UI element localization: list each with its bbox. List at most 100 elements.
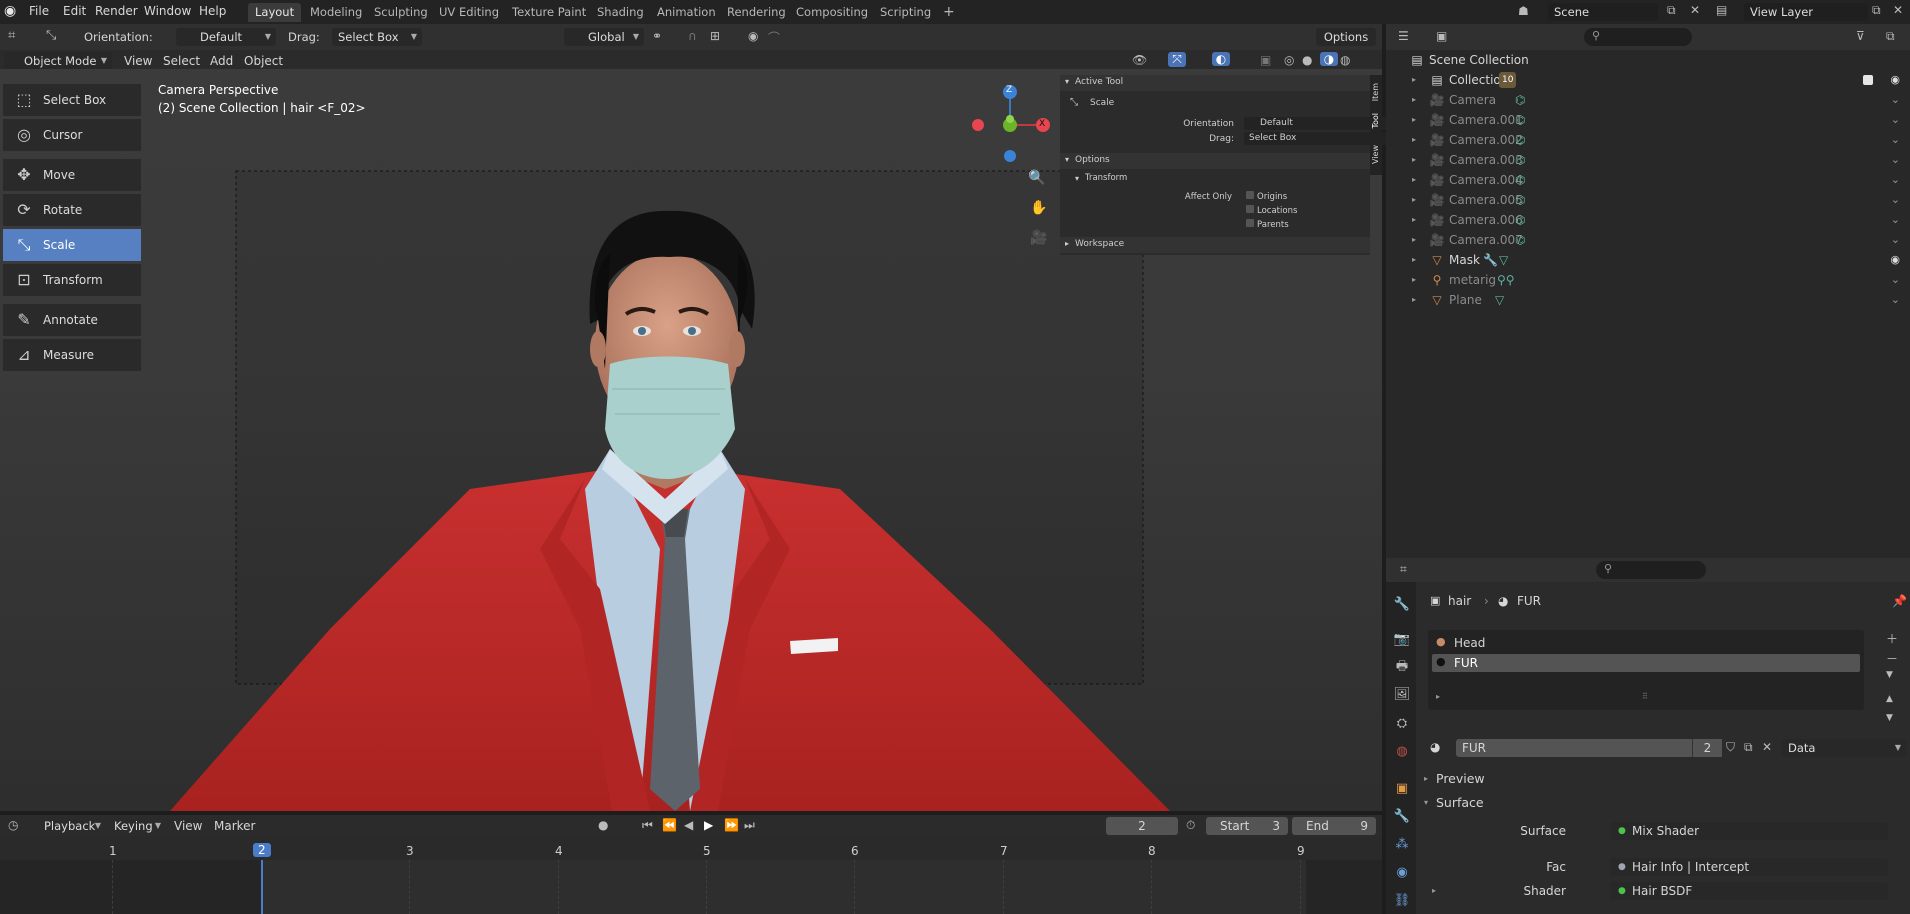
hidden-eye-icon[interactable]: ⌄ <box>1891 210 1900 230</box>
outliner-row-camera-002[interactable]: ▸ 🎥 Camera.002 ⌬ ⌄ <box>1387 130 1910 150</box>
keying-menu[interactable]: Keying ▼ <box>108 817 166 835</box>
outliner-row-camera-005[interactable]: ▸ 🎥 Camera.005 ⌬ ⌄ <box>1387 190 1910 210</box>
material-link-dropdown[interactable]: Data ▼ <box>1782 739 1906 757</box>
disclosure-closed-icon[interactable]: ▸ <box>1432 886 1436 895</box>
remove-slot-icon[interactable]: － <box>1886 650 1898 667</box>
fake-user-icon[interactable]: ⛉ <box>1726 740 1735 755</box>
transform-orientation-dropdown[interactable]: Global ▼ <box>564 28 644 46</box>
surface-shader-field[interactable]: ● Mix Shader <box>1610 822 1888 840</box>
expand-icon[interactable]: ▸ <box>1412 110 1416 130</box>
active-tool-panel-header[interactable]: ▾ Active Tool <box>1060 75 1370 91</box>
parents-checkbox[interactable] <box>1246 219 1254 227</box>
overlay-toggle-icon[interactable]: ◐ <box>1212 52 1230 66</box>
modifier-icon[interactable]: 🔧 <box>1483 250 1498 270</box>
armature-data-icon[interactable]: ⚲⚲ <box>1497 270 1515 290</box>
tab-scripting[interactable]: Scripting <box>873 3 938 22</box>
sidebar-tab-item[interactable]: Item <box>1371 83 1380 101</box>
fac-field[interactable]: ● Hair Info | Intercept <box>1610 858 1888 876</box>
end-frame-field[interactable]: End 9 <box>1292 817 1376 835</box>
preview-panel-header[interactable]: Preview <box>1436 771 1485 786</box>
eye-icon[interactable]: ◉ <box>1890 70 1900 90</box>
wireframe-shading-icon[interactable]: ◎ <box>1284 53 1294 67</box>
playhead[interactable]: 2 <box>253 843 271 857</box>
workspace-panel-header[interactable]: ▸ Workspace <box>1060 237 1370 253</box>
sidebar-tab-view[interactable]: View <box>1371 145 1380 164</box>
duplicate-icon[interactable]: ⧉ <box>1744 740 1753 755</box>
proportional-edit-icon[interactable]: ◉ <box>748 29 758 43</box>
material-slot-head[interactable]: ● Head <box>1432 634 1860 652</box>
options-button[interactable]: Options <box>1316 28 1376 46</box>
drag-dropdown[interactable]: Select Box ▼ <box>332 28 422 46</box>
tab-sculpting[interactable]: Sculpting <box>367 3 435 22</box>
current-frame-field[interactable]: 2 <box>1106 817 1178 835</box>
mesh-data-icon[interactable]: ▽ <box>1495 290 1504 310</box>
add-slot-icon[interactable]: ＋ <box>1886 630 1898 647</box>
falloff-icon[interactable]: ⌒ <box>768 29 780 46</box>
tool-measure[interactable]: ⊿ Measure <box>3 339 141 371</box>
outliner-row-camera-003[interactable]: ▸ 🎥 Camera.003 ⌬ ⌄ <box>1387 150 1910 170</box>
playback-menu[interactable]: Playback ▼ <box>38 817 106 835</box>
new-collection-icon[interactable]: ⧉ <box>1886 29 1895 44</box>
view-layer-properties-tab-icon[interactable]: 🖼 <box>1392 684 1412 706</box>
viewport-menu-view[interactable]: View <box>124 54 152 68</box>
options-panel-header[interactable]: ▾ Options <box>1060 153 1370 169</box>
outliner-row-camera-004[interactable]: ▸ 🎥 Camera.004 ⌬ ⌄ <box>1387 170 1910 190</box>
tab-rendering[interactable]: Rendering <box>720 3 793 22</box>
outliner-editor-icon[interactable]: ☰ <box>1398 29 1409 43</box>
record-icon[interactable]: ● <box>598 818 608 832</box>
expand-icon[interactable]: ▸ <box>1412 70 1416 90</box>
pan-hand-icon[interactable]: ✋ <box>1030 200 1047 216</box>
outliner-row-metarig[interactable]: ▸ ⚲ metarig ⚲⚲ ⌄ <box>1387 270 1910 290</box>
clock-icon[interactable]: ◷ <box>8 818 18 832</box>
solid-shading-icon[interactable]: ● <box>1302 53 1312 67</box>
visibility-icon[interactable]: 👁 <box>1132 53 1147 67</box>
hidden-eye-icon[interactable]: ⌄ <box>1891 230 1900 250</box>
material-name-field[interactable]: FUR <box>1456 739 1692 757</box>
constraints-properties-tab-icon[interactable]: ⛓ <box>1392 890 1412 912</box>
pivot-point-icon[interactable]: ⚭ <box>652 29 662 43</box>
tab-animation[interactable]: Animation <box>650 3 723 22</box>
output-properties-tab-icon[interactable]: 🖶 <box>1392 656 1412 678</box>
menu-edit[interactable]: Edit <box>63 4 86 18</box>
tool-move[interactable]: ✥ Move <box>3 159 141 191</box>
tool-properties-tab-icon[interactable]: 🔧 <box>1392 594 1412 616</box>
camera-data-icon[interactable]: ⌬ <box>1515 230 1525 250</box>
outliner-row-plane[interactable]: ▸ ▽ Plane ▽ ⌄ <box>1387 290 1910 310</box>
move-up-icon[interactable]: ▲ <box>1886 694 1893 704</box>
expand-icon[interactable]: ▸ <box>1412 190 1416 210</box>
physics-properties-tab-icon[interactable]: ◉ <box>1392 862 1412 884</box>
particles-properties-tab-icon[interactable]: ⁂ <box>1392 834 1412 856</box>
jump-end-icon[interactable]: ⏭ <box>744 818 755 833</box>
expand-icon[interactable]: ▸ <box>1412 90 1416 110</box>
snap-icon[interactable]: ∩ <box>688 29 697 43</box>
filter-icon[interactable]: ⊽ <box>1856 29 1865 43</box>
viewport-menu-select[interactable]: Select <box>163 54 200 68</box>
expand-icon[interactable]: ▸ <box>1412 210 1416 230</box>
chevron-down-icon[interactable]: ▼ <box>1886 670 1893 680</box>
shader-field[interactable]: ● Hair BSDF <box>1610 882 1888 900</box>
tab-texture-paint[interactable]: Texture Paint <box>505 3 593 22</box>
hidden-eye-icon[interactable]: ⌄ <box>1891 90 1900 110</box>
orientation-dropdown[interactable]: Default ▼ <box>176 28 276 46</box>
camera-view-icon[interactable]: 🎥 <box>1030 230 1047 246</box>
resize-handle-icon[interactable]: ⠿ <box>1642 692 1648 701</box>
jump-start-icon[interactable]: ⏮ <box>642 818 653 833</box>
surface-panel-header[interactable]: Surface <box>1436 795 1484 810</box>
expand-icon[interactable]: ▸ <box>1412 230 1416 250</box>
camera-data-icon[interactable]: ⌬ <box>1515 90 1525 110</box>
stopwatch-icon[interactable]: ⏱ <box>1186 818 1195 833</box>
outliner-row-camera-006[interactable]: ▸ 🎥 Camera.006 ⌬ ⌄ <box>1387 210 1910 230</box>
material-users-count[interactable]: 2 <box>1692 739 1722 757</box>
outliner-scene-collection[interactable]: ▤ Scene Collection <box>1387 50 1910 70</box>
locations-checkbox[interactable] <box>1246 205 1254 213</box>
viewport-menu-object[interactable]: Object <box>244 54 283 68</box>
camera-data-icon[interactable]: ⌬ <box>1515 170 1525 190</box>
disclosure-closed-icon[interactable]: ▸ <box>1436 692 1440 701</box>
tool-select-box[interactable]: ⬚ Select Box <box>3 84 141 116</box>
camera-data-icon[interactable]: ⌬ <box>1515 190 1525 210</box>
tool-cursor[interactable]: ◎ Cursor <box>3 119 141 151</box>
viewport-menu-add[interactable]: Add <box>210 54 233 68</box>
delete-view-layer-icon[interactable]: ✕ <box>1893 3 1903 17</box>
tab-uv-editing[interactable]: UV Editing <box>432 3 506 22</box>
menu-help[interactable]: Help <box>199 4 226 18</box>
